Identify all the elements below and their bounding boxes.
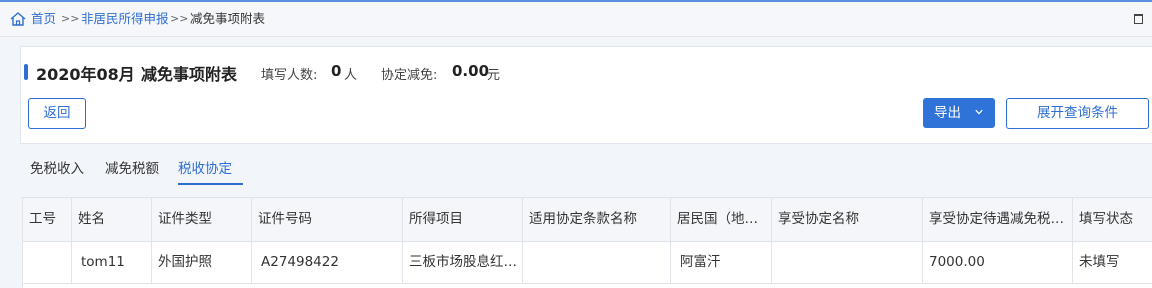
tab-tax-reduction[interactable]: 减免税额 (105, 157, 159, 185)
cell-id-type: 外国护照 (152, 242, 252, 283)
cell-treaty-relief-amount: 7000.00 (923, 242, 1073, 283)
tab-tax-treaty[interactable]: 税收协定 (178, 157, 243, 185)
treaty-relief-value: 0.00 (452, 62, 490, 80)
column-header[interactable]: 享受协定待遇减免税… (923, 198, 1073, 241)
column-header[interactable]: 所得项目 (403, 198, 523, 241)
treaty-relief-unit: 元 (487, 68, 501, 83)
data-table: 工号 姓名 证件类型 证件号码 所得项目 适用协定条款名称 居民国（地… 享受协… (22, 197, 1152, 288)
tab-bar: 免税收入 减免税额 税收协定 (20, 154, 1152, 186)
column-header[interactable]: 姓名 (72, 198, 152, 241)
column-header[interactable]: 享受协定名称 (772, 198, 923, 241)
column-header[interactable]: 证件类型 (152, 198, 252, 241)
cell-income-item: 三板市场股息红… (403, 242, 523, 283)
page-title: 减免事项附表 (141, 65, 238, 84)
period-label: 2020年08月 (36, 65, 135, 84)
breadcrumb-current: 减免事项附表 (190, 11, 266, 26)
column-header[interactable]: 适用协定条款名称 (523, 198, 671, 241)
back-button[interactable]: 返回 (28, 98, 86, 129)
tab-tax-exempt-income[interactable]: 免税收入 (30, 157, 84, 185)
chevron-down-icon (975, 109, 983, 115)
column-header[interactable]: 居民国（地… (671, 198, 772, 241)
export-button-label: 导出 (934, 105, 961, 121)
cell-fill-status: 未填写 (1073, 242, 1152, 283)
filled-count-unit: 人 (344, 68, 358, 83)
treaty-relief-label: 协定减免: (381, 68, 438, 83)
maximize-icon[interactable] (1134, 14, 1143, 24)
cell-treaty-name (772, 242, 923, 283)
breadcrumb-section-link[interactable]: 非居民所得申报 (81, 11, 169, 27)
table-header: 工号 姓名 证件类型 证件号码 所得项目 适用协定条款名称 居民国（地… 享受协… (23, 198, 1152, 242)
filled-count-label: 填写人数: (261, 68, 318, 83)
column-header[interactable]: 证件号码 (252, 198, 403, 241)
expand-query-button[interactable]: 展开查询条件 (1006, 98, 1149, 129)
summary-panel: 2020年08月 减免事项附表 填写人数: 0 人 协定减免: 0.00 元 返… (20, 46, 1152, 144)
cell-name: tom11 (72, 242, 152, 283)
column-header[interactable]: 填写状态 (1073, 198, 1152, 241)
filled-count-value: 0 (331, 62, 342, 80)
cell-treaty-clause (523, 242, 671, 283)
title-accent-bar (24, 64, 28, 80)
breadcrumb: 首页 >> 非居民所得申报 >> 减免事项附表 (0, 2, 1152, 37)
cell-employee-id (23, 242, 72, 283)
cell-residence-country: 阿富汗 (671, 242, 772, 283)
cell-id-number: A27498422 (252, 242, 403, 283)
breadcrumb-home-link[interactable]: 首页 (31, 11, 56, 27)
column-header[interactable]: 工号 (23, 198, 72, 241)
breadcrumb-separator: >> (61, 12, 80, 25)
breadcrumb-separator: >> (170, 12, 189, 25)
export-button[interactable]: 导出 (923, 98, 995, 128)
table-row[interactable]: tom11 外国护照 A27498422 三板市场股息红… 阿富汗 7000.0… (23, 242, 1152, 284)
home-icon[interactable] (9, 11, 27, 27)
